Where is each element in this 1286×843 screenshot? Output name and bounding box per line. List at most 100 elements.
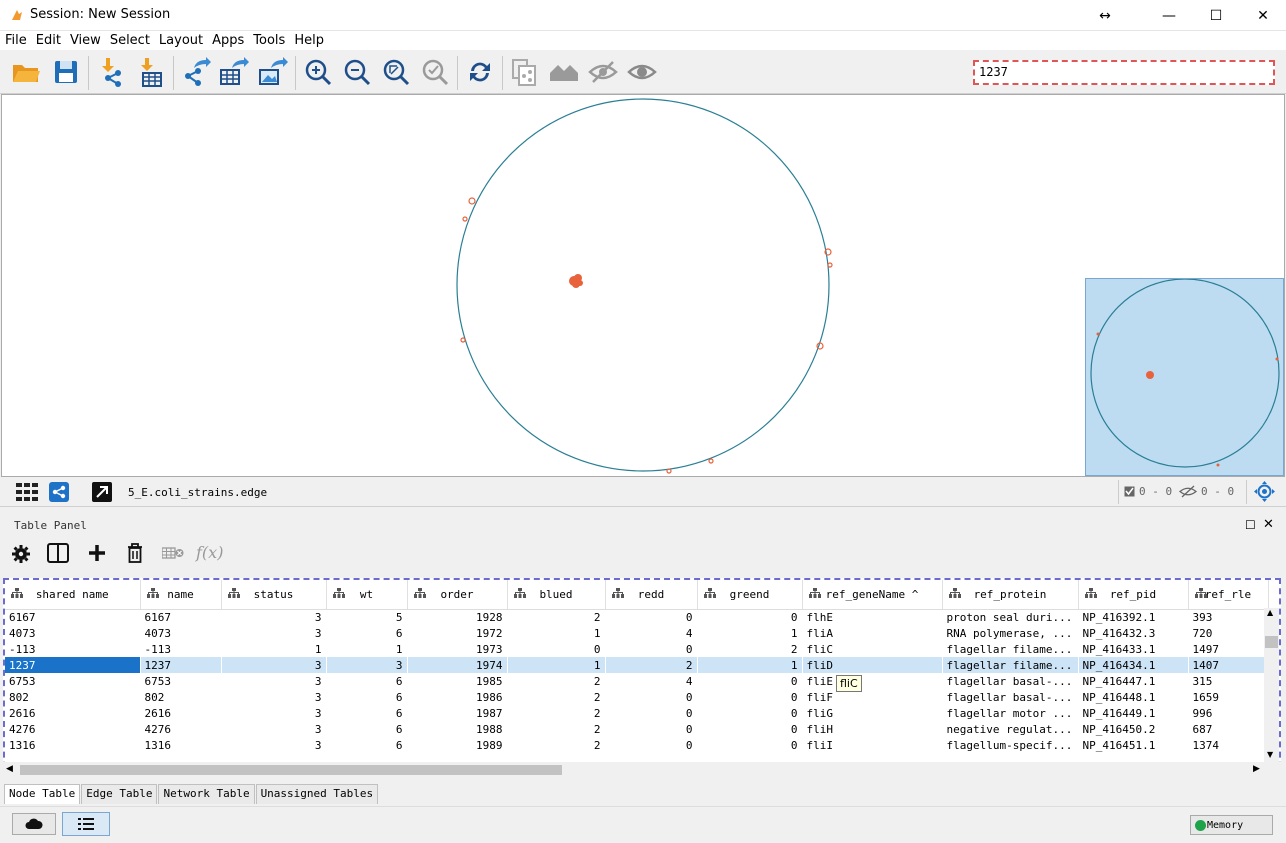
import-network-icon[interactable] [96,56,128,88]
table-cell[interactable]: 1928 [407,609,507,625]
table-cell[interactable]: 3 [221,673,326,689]
table-cell[interactable]: flagellar motor ... [942,705,1078,721]
table-row[interactable]: 802 802 3 6 1986 2 0 0 fliF flagellar basal-... NP… [5,689,1268,705]
column-header[interactable]: redd [605,580,698,610]
task-list-button[interactable] [62,812,110,836]
table-cell[interactable]: 0 [697,689,802,705]
menu-file[interactable]: File [0,31,31,50]
table-cell[interactable]: proton seal duri... [942,609,1078,625]
zoom-out-icon[interactable] [341,56,373,88]
export-table-icon[interactable] [218,56,250,88]
table-cell[interactable]: 2616 [5,705,140,721]
table-cell[interactable]: 0 [507,641,605,657]
column-header[interactable]: ref_pid [1078,580,1189,610]
table-cell[interactable]: flagellar basal-... [942,673,1078,689]
table-cell[interactable]: fliI [802,737,942,753]
menu-tools[interactable]: Tools [248,31,289,50]
table-cell[interactable]: 3 [221,721,326,737]
table-cell[interactable]: 6167 [5,609,140,625]
add-column-icon[interactable] [88,544,106,562]
table-cell[interactable]: 2 [697,641,802,657]
table-cell[interactable]: 1407 [1188,657,1268,673]
table-row[interactable]: 4276 4276 3 6 1988 2 0 0 fliH negative regulat...… [5,721,1268,737]
column-header[interactable]: shared name [5,580,141,610]
column-chooser-icon[interactable] [47,543,69,563]
table-cell[interactable]: 0 [605,609,697,625]
tab-node-table[interactable]: Node Table [4,784,81,804]
column-header[interactable]: ref_rle [1188,580,1269,610]
table-cell[interactable]: fliF [802,689,942,705]
table-cell[interactable]: -113 [140,641,221,657]
maximize-button[interactable]: ☐ [1193,0,1239,31]
table-cell[interactable]: fliH [802,721,942,737]
table-cell[interactable]: 687 [1188,721,1268,737]
cloud-button[interactable] [12,813,56,835]
table-cell[interactable]: 4073 [140,625,221,641]
copy-network-icon[interactable] [509,56,541,88]
table-cell[interactable]: 6167 [140,609,221,625]
table-cell[interactable]: 6753 [5,673,140,689]
table-cell[interactable]: 1989 [407,737,507,753]
table-cell[interactable]: 1 [507,625,605,641]
table-cell[interactable]: fliD [802,657,942,673]
table-cell[interactable]: NP_416450.2 [1078,721,1188,737]
peripheral-nodes[interactable] [460,197,833,474]
table-cell[interactable]: 4276 [5,721,140,737]
delete-column-icon[interactable] [126,543,144,563]
node-cluster[interactable] [569,274,583,288]
table-cell[interactable]: 4 [605,625,697,641]
close-button[interactable]: ✕ [1240,0,1286,31]
table-cell[interactable]: 1988 [407,721,507,737]
delete-table-icon[interactable] [162,547,184,559]
menu-layout[interactable]: Layout [154,31,207,50]
table-cell[interactable]: RNA polymerase, ... [942,625,1078,641]
table-cell[interactable]: fliG [802,705,942,721]
table-cell[interactable]: flagellar basal-... [942,689,1078,705]
save-session-icon[interactable] [50,56,82,88]
table-cell[interactable]: 6 [326,705,407,721]
scroll-up-icon[interactable]: ▲ [1267,608,1273,617]
table-row[interactable]: -113 -113 1 1 1973 0 0 2 fliC flagellar filame...… [5,641,1268,657]
zoom-in-icon[interactable] [302,56,334,88]
table-cell[interactable]: 6 [326,721,407,737]
table-cell[interactable]: 6 [326,737,407,753]
horizontal-scroll-thumb[interactable] [20,765,562,775]
table-cell[interactable]: 6 [326,673,407,689]
table-cell[interactable]: 2 [507,673,605,689]
table-cell[interactable]: 1973 [407,641,507,657]
tab-edge-table[interactable]: Edge Table [81,784,158,804]
tab-network-table[interactable]: Network Table [158,784,255,804]
table-cell[interactable]: 802 [140,689,221,705]
table-cell[interactable]: NP_416447.1 [1078,673,1188,689]
refresh-icon[interactable] [464,56,496,88]
table-cell[interactable]: NP_416449.1 [1078,705,1188,721]
table-cell[interactable]: 2 [605,657,697,673]
float-panel-icon[interactable]: ☐ [1245,518,1256,532]
close-panel-icon[interactable]: ✕ [1263,517,1274,532]
column-header[interactable]: greend [697,580,803,610]
hide-icon[interactable] [587,56,619,88]
table-cell[interactable]: 0 [605,705,697,721]
table-cell[interactable]: 3 [221,657,326,673]
table-row[interactable]: 6753 6753 3 6 1985 2 4 0 fliE flagellar basal-...… [5,673,1268,689]
birds-eye-view[interactable] [1085,278,1284,476]
table-cell[interactable]: fliA [802,625,942,641]
scroll-left-icon[interactable]: ◀ [6,764,13,774]
table-cell[interactable]: NP_416448.1 [1078,689,1188,705]
table-cell[interactable]: 1974 [407,657,507,673]
table-row[interactable]: 2616 2616 3 6 1987 2 0 0 fliG flagellar motor ...… [5,705,1268,721]
table-cell[interactable]: flagellar filame... [942,657,1078,673]
menu-select[interactable]: Select [105,31,154,50]
export-image-icon[interactable] [257,56,289,88]
table-cell[interactable]: 0 [697,609,802,625]
table-cell[interactable]: 3 [221,689,326,705]
table-cell[interactable]: 1 [697,657,802,673]
table-cell[interactable]: 0 [605,689,697,705]
menu-help[interactable]: Help [289,31,328,50]
vertical-scrollbar[interactable]: ▲ ▼ [1264,608,1279,762]
table-cell[interactable]: 1237 [5,657,140,673]
table-cell[interactable]: 3 [221,705,326,721]
table-cell[interactable]: flagellum-specif... [942,737,1078,753]
column-header[interactable]: ref_geneName ^ [802,580,943,610]
search-input[interactable]: 1237 [973,60,1275,85]
